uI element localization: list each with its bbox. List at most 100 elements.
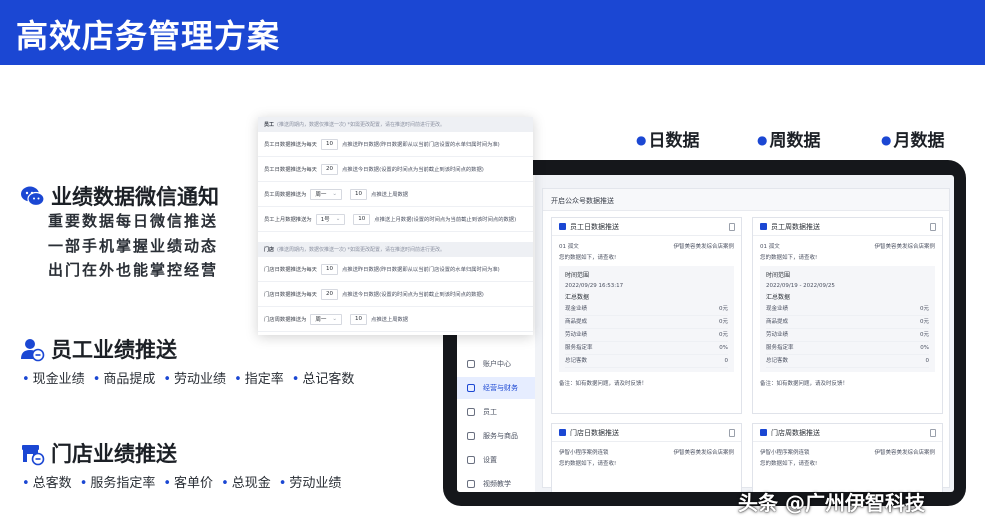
kv-value: 0元 bbox=[719, 332, 728, 338]
kv-row: 现金业绩 0元 bbox=[565, 303, 728, 316]
sidebar-item-services[interactable]: 服务与商品 bbox=[457, 425, 535, 447]
hour-input[interactable]: 10 bbox=[320, 263, 338, 275]
range-value: 2022/09/29 16:53:17 bbox=[565, 283, 624, 289]
card-note: 备注：如有数据问题，请及时反馈！ bbox=[559, 381, 648, 387]
hour-input[interactable]: 10 bbox=[320, 138, 338, 150]
store-title-text: 门店业绩推送 bbox=[51, 442, 177, 466]
row-tail: 点推送昨日数据(昨日数据即从以当前门店设置的水单归属时间为准) bbox=[341, 267, 500, 273]
meta-left: 伊智小程序案例连锁 bbox=[559, 449, 609, 456]
sidebar-item-label: 设置 bbox=[483, 456, 497, 464]
hour-input[interactable]: 10 bbox=[350, 313, 368, 325]
hour-input[interactable]: 10 bbox=[353, 213, 371, 225]
kv-value: 0元 bbox=[920, 332, 929, 338]
sidebar-item-label: 员工 bbox=[483, 408, 497, 416]
finance-icon bbox=[467, 384, 475, 392]
row-label: 员工日数据推送为每天 bbox=[264, 167, 317, 173]
sidebar-item-account[interactable]: 账户中心 bbox=[457, 353, 535, 375]
staff-section-title: 员工业绩推送 bbox=[20, 334, 177, 364]
row-label: 员工日数据推送为每天 bbox=[264, 142, 317, 148]
kv-row: 现金业绩 0元 bbox=[766, 303, 929, 316]
kv-value: 0元 bbox=[719, 306, 728, 312]
kv-value: 0元 bbox=[920, 306, 929, 312]
document-icon[interactable] bbox=[930, 429, 936, 437]
config-row: 员工日数据推送为每天 20 点推送今日数据(设置的时间点为当前截止到该时间点的数… bbox=[258, 157, 533, 182]
row-label: 员工周数据推送为 bbox=[264, 192, 307, 198]
wechat-line: 一部手机掌握业绩动态 bbox=[48, 236, 219, 255]
store-head-note: (推送周期内，数据仅推送一次) *如需更改配置，请在推送时间前进行更改。 bbox=[277, 247, 446, 253]
summary-label: 汇总数据 bbox=[565, 294, 590, 301]
meta-left: 01 孤文 bbox=[760, 243, 780, 250]
card-title: 门店周数据推送 bbox=[753, 424, 942, 442]
checkbox-icon[interactable] bbox=[559, 223, 566, 230]
weekday-select[interactable]: 周一 bbox=[310, 188, 343, 200]
document-icon[interactable] bbox=[729, 429, 735, 437]
kv-key: 总记客数 bbox=[565, 358, 588, 364]
config-row: 员工周数据推送为 周一 10 点推送上周数据 bbox=[258, 182, 533, 207]
meta-right: 伊智美容美发综合店案例 bbox=[874, 243, 935, 250]
meta-right: 伊智美容美发综合店案例 bbox=[673, 449, 734, 456]
metric-tag: 指定率 bbox=[234, 368, 284, 387]
title-banner: 高效店务管理方案 bbox=[0, 0, 985, 65]
document-icon[interactable] bbox=[729, 223, 735, 231]
staff-config-header: 员工 (推送周期内，数据仅推送一次) *如需更改配置，请在推送时间前进行更改。 bbox=[258, 117, 533, 132]
metric-tag: 总客数 bbox=[22, 472, 72, 491]
metric-tag: 商品提成 bbox=[93, 368, 155, 387]
sidebar-item-staff[interactable]: 员工 bbox=[457, 401, 535, 423]
kv-key: 商品提成 bbox=[766, 319, 789, 325]
checkbox-icon[interactable] bbox=[760, 223, 767, 230]
kv-row: 劳动业绩 0元 bbox=[766, 329, 929, 342]
card-title: 门店日数据推送 bbox=[552, 424, 741, 442]
video-icon bbox=[467, 480, 475, 488]
kv-key: 商品提成 bbox=[565, 319, 588, 325]
push-config-panel: 员工 (推送周期内，数据仅推送一次) *如需更改配置，请在推送时间前进行更改。 员… bbox=[258, 117, 533, 335]
kv-key: 总记客数 bbox=[766, 358, 789, 364]
sidebar-item-settings[interactable]: 设置 bbox=[457, 449, 535, 471]
card-meta: 01 孤文 伊智美容美发综合店案例 bbox=[552, 240, 741, 251]
sidebar-item-finance[interactable]: 经营与财务 bbox=[457, 377, 535, 399]
row-tail: 点推送上周数据 bbox=[371, 192, 409, 198]
row-label: 门店日数据推送为每天 bbox=[264, 267, 317, 273]
greeting-text: 您的数据如下，请查收! bbox=[760, 254, 818, 261]
card-title-text: 员工日数据推送 bbox=[570, 222, 619, 231]
hour-input[interactable]: 10 bbox=[350, 188, 368, 200]
config-row: 门店日数据推送为每天 10 点推送昨日数据(昨日数据即从以当前门店设置的水单归属… bbox=[258, 257, 533, 282]
card-greeting: 您的数据如下，请查收! bbox=[552, 251, 741, 262]
hour-input[interactable]: 20 bbox=[320, 163, 338, 175]
card-title: 员工日数据推送 bbox=[552, 218, 741, 236]
kv-key: 劳动业绩 bbox=[766, 332, 789, 338]
kv-row: 总记客数 0 bbox=[766, 355, 929, 368]
store-head-label: 门店 bbox=[264, 247, 275, 253]
weekday-select[interactable]: 周一 bbox=[310, 313, 343, 325]
wechat-description: 重要数据每日微信推送 一部手机掌握业绩动态 出门在外也能掌控经营 bbox=[48, 209, 218, 283]
kv-value: 0% bbox=[920, 345, 929, 351]
document-icon[interactable] bbox=[930, 223, 936, 231]
row-tail: 点推送今日数据(设置的时间点为当前截止到该时间点的数据) bbox=[341, 167, 484, 173]
card-staff-day: 员工日数据推送 01 孤文 伊智美容美发综合店案例 您的数据如下，请查收! 时间范… bbox=[551, 217, 742, 414]
wechat-line: 出门在外也能掌控经营 bbox=[48, 261, 219, 279]
store-metric-tags: 总客数 服务指定率 客单价 总现金 劳动业绩 bbox=[22, 472, 349, 491]
range-value: 2022/09/19 - 2022/09/25 bbox=[766, 283, 835, 289]
metric-tag: 劳动业绩 bbox=[279, 472, 341, 491]
monthday-select[interactable]: 1号 bbox=[315, 213, 346, 225]
kv-key: 劳动业绩 bbox=[565, 332, 588, 338]
config-row: 门店周数据推送为 周一 10 点推送上周数据 bbox=[258, 307, 533, 332]
services-icon bbox=[467, 432, 475, 440]
page-title: 高效店务管理方案 bbox=[16, 17, 281, 55]
kv-value: 0元 bbox=[719, 319, 728, 325]
kv-value: 0 bbox=[724, 358, 729, 364]
checkbox-icon[interactable] bbox=[760, 429, 767, 436]
card-title-text: 门店日数据推送 bbox=[570, 428, 619, 437]
row-tail: 点推送上周数据 bbox=[371, 317, 409, 323]
card-meta: 伊智小程序案例连锁 伊智美容美发综合店案例 bbox=[552, 446, 741, 457]
card-greeting: 您的数据如下，请查收! bbox=[753, 457, 942, 468]
checkbox-icon[interactable] bbox=[559, 429, 566, 436]
staff-head-note: (推送周期内，数据仅推送一次) *如需更改配置，请在推送时间前进行更改。 bbox=[277, 122, 446, 128]
range-label: 时间范围 bbox=[565, 272, 590, 279]
wechat-line: 重要数据每日微信推送 bbox=[48, 212, 219, 230]
greeting-text: 您的数据如下，请查收! bbox=[559, 254, 617, 261]
card-title-text: 门店周数据推送 bbox=[771, 428, 820, 437]
hour-input[interactable]: 20 bbox=[320, 288, 338, 300]
metric-tag: 总记客数 bbox=[292, 368, 354, 387]
sidebar-item-video[interactable]: 视频教学 bbox=[457, 473, 535, 492]
kv-row: 服务指定率 0% bbox=[766, 342, 929, 355]
